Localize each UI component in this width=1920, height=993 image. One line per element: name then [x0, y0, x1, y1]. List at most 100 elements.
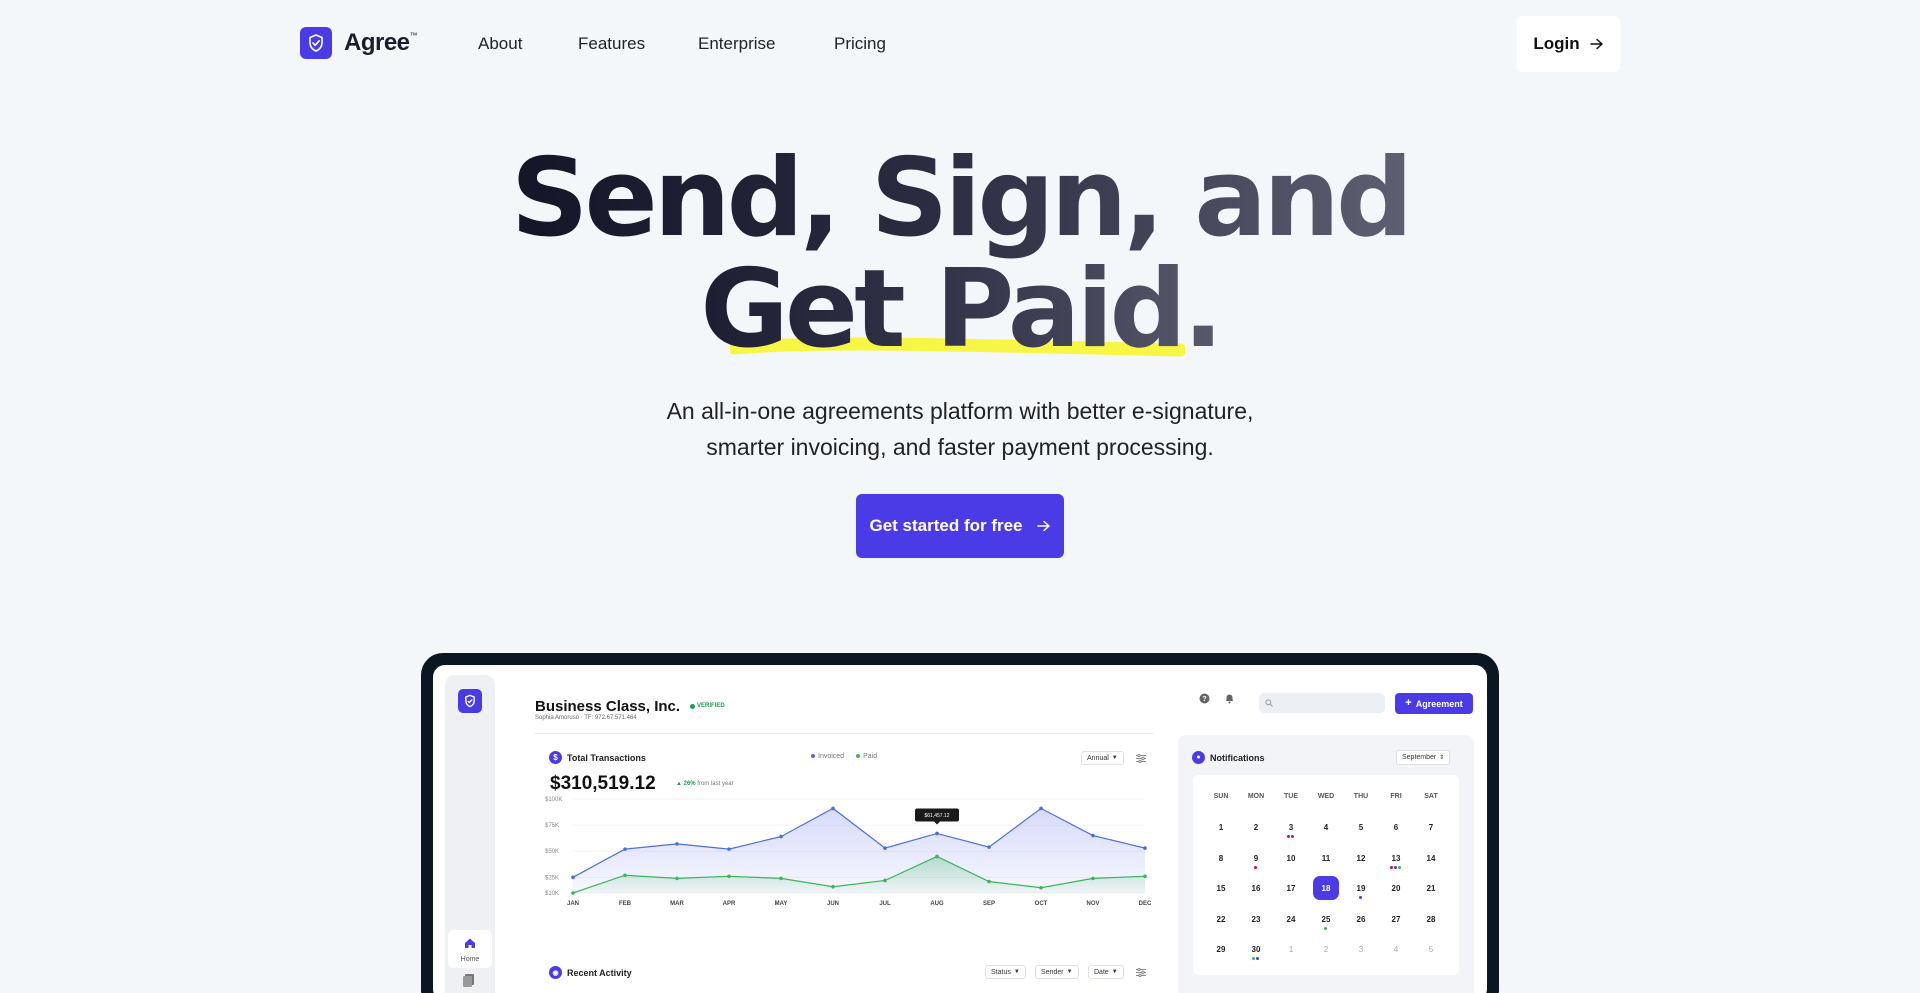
- calendar-day[interactable]: 6: [1379, 823, 1413, 832]
- growth-indicator: ▲ 26% from last year: [676, 781, 734, 787]
- calendar-day[interactable]: 11: [1309, 854, 1343, 863]
- documents-icon[interactable]: [462, 973, 476, 992]
- calendar-day[interactable]: 1: [1204, 823, 1238, 832]
- calendar-day[interactable]: 16: [1239, 884, 1273, 893]
- filter-sliders-icon[interactable]: [1136, 754, 1146, 763]
- calendar-day[interactable]: 10: [1274, 854, 1308, 863]
- agreement-label: Agreement: [1415, 698, 1463, 709]
- x-tick-label: AUG: [930, 901, 944, 907]
- data-point-paid[interactable]: [727, 874, 731, 879]
- event-dot: [1256, 957, 1259, 960]
- bell-icon: ●: [1192, 751, 1205, 764]
- login-button[interactable]: Login: [1517, 16, 1620, 72]
- calendar-dow: MON: [1247, 793, 1265, 800]
- calendar-day[interactable]: 21: [1414, 884, 1448, 893]
- legend-invoiced: Invoiced: [811, 753, 844, 760]
- data-point-invoiced[interactable]: [675, 842, 679, 846]
- calendar-day[interactable]: 25: [1309, 915, 1343, 924]
- calendar-day[interactable]: 1: [1274, 945, 1308, 954]
- x-tick-label: DEC: [1139, 901, 1152, 907]
- data-point-paid[interactable]: [1039, 885, 1043, 890]
- event-dot: [1287, 835, 1290, 838]
- event-dot: [1394, 865, 1397, 869]
- new-agreement-button[interactable]: + Agreement: [1395, 693, 1473, 714]
- bell-icon[interactable]: [1224, 693, 1235, 704]
- calendar-day[interactable]: 9: [1239, 854, 1273, 863]
- status-filter[interactable]: Status ▼: [985, 965, 1026, 979]
- sidebar-item-home[interactable]: Home: [448, 930, 492, 968]
- data-point-paid[interactable]: [1091, 876, 1095, 881]
- filter-sliders-icon[interactable]: [1136, 968, 1146, 977]
- calendar-day[interactable]: 27: [1379, 915, 1413, 924]
- data-point-invoiced[interactable]: [1039, 806, 1043, 811]
- calendar-day[interactable]: 4: [1309, 823, 1343, 832]
- data-point-paid[interactable]: [623, 873, 627, 878]
- nav-about[interactable]: About: [478, 34, 522, 54]
- calendar-day[interactable]: 15: [1204, 884, 1238, 893]
- month-select[interactable]: September ⇕: [1396, 750, 1451, 765]
- help-icon[interactable]: ?: [1199, 693, 1210, 704]
- calendar-day[interactable]: 28: [1414, 915, 1448, 924]
- calendar-day[interactable]: 30: [1239, 945, 1273, 954]
- calendar-day[interactable]: 23: [1239, 915, 1273, 924]
- brand-logo[interactable]: Agree™: [300, 27, 418, 59]
- data-point-invoiced[interactable]: [831, 806, 835, 811]
- nav-features[interactable]: Features: [578, 34, 645, 54]
- transactions-chart: $100K $75K $50K $25K $10K JAN FEB MAR APR MAY JUN J…: [545, 797, 1152, 907]
- data-point-invoiced[interactable]: [727, 847, 731, 851]
- data-point-paid[interactable]: [987, 879, 991, 884]
- chevron-down-icon: ▼: [1013, 969, 1020, 975]
- data-point-paid[interactable]: [883, 878, 887, 883]
- data-point-paid[interactable]: [571, 891, 575, 895]
- chevron-updown-icon: ⇕: [1439, 755, 1445, 761]
- data-point-invoiced[interactable]: [1091, 833, 1095, 838]
- x-tick-label: JUL: [879, 901, 891, 907]
- calendar-day[interactable]: 22: [1204, 915, 1238, 924]
- data-point-invoiced[interactable]: [987, 845, 991, 849]
- data-point-paid[interactable]: [831, 884, 835, 889]
- data-point-invoiced[interactable]: [883, 846, 887, 850]
- hero-subtitle: An all-in-one agreements platform with b…: [666, 398, 1254, 460]
- calendar-day[interactable]: 13: [1379, 854, 1413, 863]
- data-point-paid[interactable]: [779, 876, 783, 881]
- sender-filter[interactable]: Sender ▼: [1035, 965, 1079, 979]
- search-input[interactable]: [1259, 693, 1385, 713]
- nav-enterprise[interactable]: Enterprise: [698, 34, 775, 54]
- calendar-day[interactable]: 2: [1239, 823, 1273, 832]
- calendar-day[interactable]: 7: [1414, 823, 1448, 832]
- nav-pricing[interactable]: Pricing: [834, 34, 886, 54]
- data-point-invoiced[interactable]: [779, 834, 783, 839]
- calendar-day[interactable]: 18: [1309, 884, 1343, 893]
- data-point-invoiced[interactable]: [1143, 846, 1147, 850]
- calendar-day[interactable]: 5: [1344, 823, 1378, 832]
- event-dot: [1252, 957, 1255, 960]
- data-point-invoiced[interactable]: [571, 875, 575, 880]
- calendar-day[interactable]: 24: [1274, 915, 1308, 924]
- period-select[interactable]: Annual ▼: [1081, 751, 1124, 765]
- calendar-day[interactable]: 14: [1414, 854, 1448, 863]
- get-started-button[interactable]: Get started for free: [856, 494, 1064, 558]
- x-tick-label: OCT: [1035, 901, 1048, 907]
- calendar-day[interactable]: 4: [1379, 945, 1413, 954]
- calendar-day[interactable]: 2: [1309, 945, 1343, 954]
- calendar-day[interactable]: 26: [1344, 915, 1378, 924]
- calendar-day[interactable]: 19: [1344, 884, 1378, 893]
- calendar-day[interactable]: 17: [1274, 884, 1308, 893]
- data-point-paid[interactable]: [675, 876, 679, 881]
- date-filter[interactable]: Date ▼: [1088, 965, 1124, 979]
- total-amount: $310,519.12: [550, 773, 656, 794]
- calendar-day[interactable]: 12: [1344, 854, 1378, 863]
- arrow-right-icon: [1589, 38, 1603, 50]
- calendar-day[interactable]: 5: [1414, 945, 1448, 954]
- trademark: ™: [409, 31, 418, 40]
- data-point-paid[interactable]: [935, 854, 939, 859]
- data-point-invoiced[interactable]: [623, 847, 627, 851]
- calendar-day[interactable]: 3: [1344, 945, 1378, 954]
- calendar-day[interactable]: 3: [1274, 823, 1308, 832]
- dollar-icon: $: [549, 751, 562, 764]
- calendar-day[interactable]: 20: [1379, 884, 1413, 893]
- calendar-day[interactable]: 29: [1204, 945, 1238, 954]
- data-point-invoiced[interactable]: [935, 831, 939, 836]
- data-point-paid[interactable]: [1143, 874, 1147, 879]
- calendar-day[interactable]: 8: [1204, 854, 1238, 863]
